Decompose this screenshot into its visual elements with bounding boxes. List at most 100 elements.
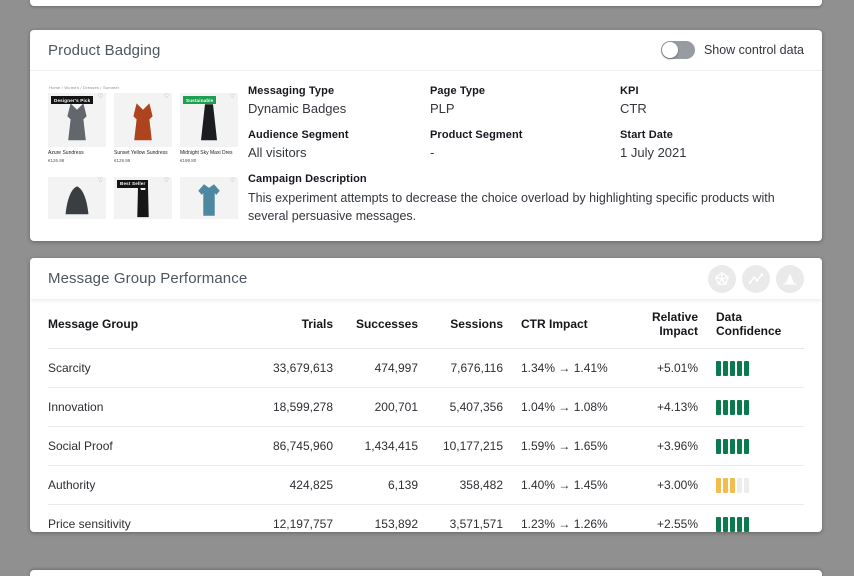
product-price: €199.80 bbox=[180, 158, 238, 163]
field-label: KPI bbox=[620, 85, 804, 97]
cell-data-confidence bbox=[698, 466, 804, 505]
cell-trials: 18,599,278 bbox=[238, 388, 333, 427]
product-badging-title: Product Badging bbox=[48, 42, 160, 59]
cell-sessions: 10,177,215 bbox=[418, 427, 503, 466]
show-control-data-toggle[interactable]: Show control data bbox=[661, 41, 804, 59]
toggle-switch[interactable] bbox=[661, 41, 695, 59]
cell-trials: 86,745,960 bbox=[238, 427, 333, 466]
message-group-performance-card: Message Group Performance bbox=[30, 258, 822, 532]
product-image: Designer's Pick ♡ bbox=[48, 93, 106, 147]
cell-message-group: Social Proof bbox=[48, 427, 238, 466]
experiment-field: Page Type PLP bbox=[430, 85, 620, 116]
product-badge: Best Seller bbox=[117, 180, 148, 188]
product-image: ♡ bbox=[48, 177, 106, 219]
cell-ctr-impact: 1.23% → 1.26% bbox=[503, 505, 618, 533]
cell-ctr-impact: 1.40% → 1.45% bbox=[503, 466, 618, 505]
radar-chart-button[interactable] bbox=[708, 265, 736, 293]
experiment-field: Product Segment - bbox=[430, 129, 620, 160]
heart-icon: ♡ bbox=[98, 178, 103, 184]
table-row: Scarcity 33,679,613 474,997 7,676,116 1.… bbox=[48, 349, 804, 388]
product-badge: Sustainable bbox=[183, 96, 216, 104]
product-tile: Sustainable ♡ Midnight Sky Maxi Dres €19… bbox=[180, 93, 238, 163]
product-caption: Midnight Sky Maxi Dres €199.80 bbox=[180, 147, 238, 163]
cell-successes: 153,892 bbox=[333, 505, 418, 533]
product-image: Best Seller ♡ bbox=[114, 177, 172, 219]
line-chart-button[interactable] bbox=[742, 265, 770, 293]
product-tile: ♡ Sunset Yellow Sundress €129.99 bbox=[114, 93, 172, 163]
toggle-knob bbox=[662, 42, 678, 58]
product-badge: Designer's Pick bbox=[51, 96, 93, 104]
cell-sessions: 358,482 bbox=[418, 466, 503, 505]
line-chart-icon bbox=[748, 271, 764, 287]
data-confidence-bars bbox=[716, 517, 749, 532]
product-price: €126.98 bbox=[48, 158, 106, 163]
garment-silhouette bbox=[193, 98, 225, 144]
experiment-field: Audience Segment All visitors bbox=[248, 129, 430, 160]
field-value: PLP bbox=[430, 101, 620, 116]
field-label: Start Date bbox=[620, 129, 804, 141]
cell-ctr-impact: 1.04% → 1.08% bbox=[503, 388, 618, 427]
product-badging-body: Home / Women / Dresses / Summer Designer… bbox=[30, 71, 822, 225]
performance-title: Message Group Performance bbox=[48, 270, 247, 287]
cell-data-confidence bbox=[698, 349, 804, 388]
radar-chart-icon bbox=[714, 271, 730, 287]
cell-trials: 12,197,757 bbox=[238, 505, 333, 533]
product-tile: Best Seller ♡ bbox=[114, 177, 172, 219]
toggle-label: Show control data bbox=[704, 43, 804, 57]
performance-table: Message GroupTrialsSuccessesSessionsCTR … bbox=[48, 299, 804, 532]
cell-trials: 33,679,613 bbox=[238, 349, 333, 388]
product-tile: Designer's Pick ♡ Azure Sundress €126.98 bbox=[48, 93, 106, 163]
column-header: Trials bbox=[238, 299, 333, 349]
cell-sessions: 3,571,571 bbox=[418, 505, 503, 533]
column-header: Relative Impact bbox=[618, 299, 698, 349]
field-value: - bbox=[430, 145, 620, 160]
table-row: Price sensitivity 12,197,757 153,892 3,5… bbox=[48, 505, 804, 533]
performance-view-buttons bbox=[708, 265, 804, 293]
field-label: Product Segment bbox=[430, 129, 620, 141]
product-image: Sustainable ♡ bbox=[180, 93, 238, 147]
data-confidence-bars bbox=[716, 400, 749, 415]
cell-data-confidence bbox=[698, 388, 804, 427]
product-name: Sunset Yellow Sundress bbox=[114, 150, 172, 157]
table-row: Authority 424,825 6,139 358,482 1.40% → … bbox=[48, 466, 804, 505]
cell-relative-impact: +2.55% bbox=[618, 505, 698, 533]
cell-ctr-impact: 1.59% → 1.65% bbox=[503, 427, 618, 466]
product-image: ♡ bbox=[180, 177, 238, 219]
garment-silhouette bbox=[61, 180, 93, 219]
column-header: CTR Impact bbox=[503, 299, 618, 349]
cell-trials: 424,825 bbox=[238, 466, 333, 505]
column-header: Message Group bbox=[48, 299, 238, 349]
field-value: CTR bbox=[620, 101, 804, 116]
data-confidence-bars bbox=[716, 478, 749, 493]
field-value: Dynamic Badges bbox=[248, 101, 430, 116]
product-tile: ♡ bbox=[180, 177, 238, 219]
performance-table-body: Scarcity 33,679,613 474,997 7,676,116 1.… bbox=[48, 349, 804, 533]
campaign-description: Campaign Description This experiment att… bbox=[248, 173, 804, 225]
product-tile: ♡ bbox=[48, 177, 106, 219]
data-confidence-bars bbox=[716, 361, 749, 376]
campaign-description-text: This experiment attempts to decrease the… bbox=[248, 189, 796, 225]
experiment-field: Messaging Type Dynamic Badges bbox=[248, 85, 430, 116]
cell-successes: 1,434,415 bbox=[333, 427, 418, 466]
cell-relative-impact: +5.01% bbox=[618, 349, 698, 388]
product-badging-header: Product Badging Show control data bbox=[30, 30, 822, 71]
field-label: Page Type bbox=[430, 85, 620, 97]
product-caption: Azure Sundress €126.98 bbox=[48, 147, 106, 163]
column-header: Sessions bbox=[418, 299, 503, 349]
table-row: Social Proof 86,745,960 1,434,415 10,177… bbox=[48, 427, 804, 466]
table-row: Innovation 18,599,278 200,701 5,407,356 … bbox=[48, 388, 804, 427]
heart-icon: ♡ bbox=[98, 94, 103, 100]
heart-icon: ♡ bbox=[164, 178, 169, 184]
experiment-meta: Messaging Type Dynamic Badges Page Type … bbox=[238, 85, 804, 225]
bell-curve-icon bbox=[782, 271, 798, 287]
product-badging-card: Product Badging Show control data Home /… bbox=[30, 30, 822, 241]
performance-header: Message Group Performance bbox=[30, 258, 822, 299]
field-label: Messaging Type bbox=[248, 85, 430, 97]
cell-message-group: Scarcity bbox=[48, 349, 238, 388]
heart-icon: ♡ bbox=[164, 94, 169, 100]
experiment-fields: Messaging Type Dynamic Badges Page Type … bbox=[248, 85, 804, 160]
cell-data-confidence bbox=[698, 505, 804, 533]
garment-silhouette bbox=[127, 98, 159, 144]
bell-curve-button[interactable] bbox=[776, 265, 804, 293]
cell-relative-impact: +3.96% bbox=[618, 427, 698, 466]
